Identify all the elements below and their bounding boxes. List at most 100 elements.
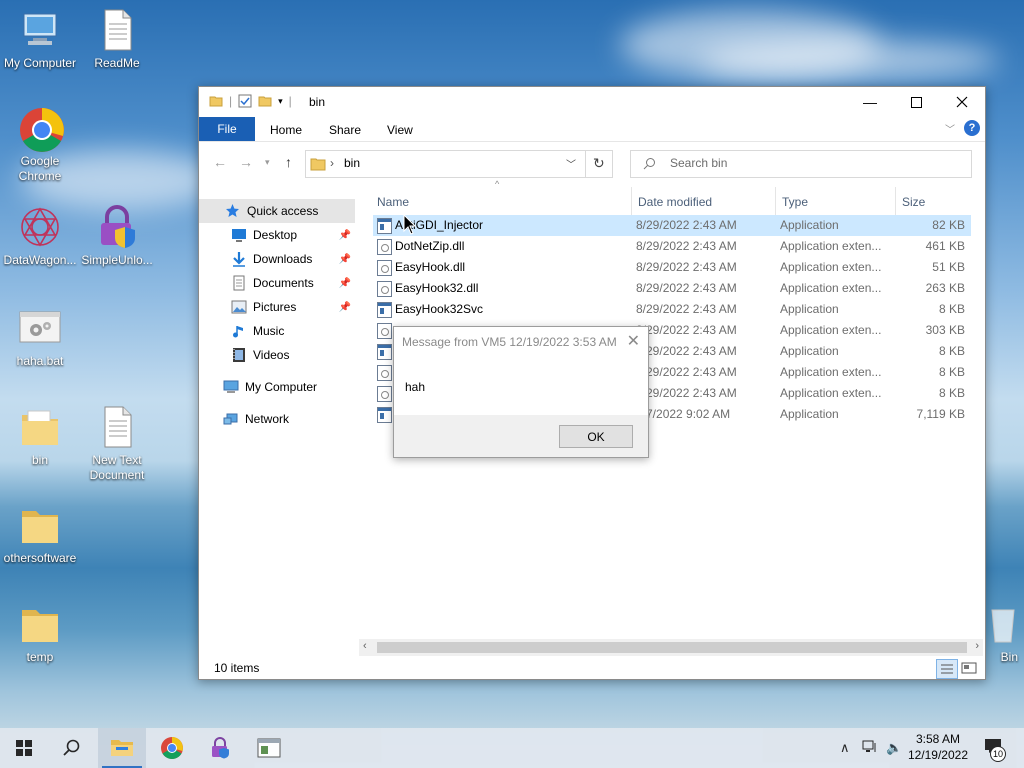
text-document-icon	[95, 405, 139, 449]
breadcrumb-chevron-icon: ›	[330, 156, 334, 170]
batch-file-icon	[18, 306, 62, 350]
file-row[interactable]: EasyHook32Svc 8/29/2022 2:43 AM Applicatio…	[373, 299, 971, 320]
pin-icon[interactable]: 📌	[339, 278, 351, 289]
desktop-icon-datawagon[interactable]: DataWagon...	[0, 205, 80, 268]
file-date-modified: 8/29/2022 2:43 AM	[636, 302, 737, 316]
notification-center-button[interactable]: 10	[984, 738, 1006, 762]
desktop-icon-label: DataWagon...	[3, 253, 77, 267]
file-row[interactable]: AntiGDI_Injector 8/29/2022 2:43 AM Applica…	[373, 215, 971, 236]
desktop-icon-readme[interactable]: ReadMe	[77, 8, 157, 71]
column-header-type[interactable]: Type	[782, 195, 808, 209]
taskbar-window-app[interactable]	[245, 728, 293, 768]
details-view-icon	[941, 664, 953, 674]
pin-icon[interactable]: 📌	[339, 302, 351, 313]
column-header-name[interactable]: Name	[377, 195, 409, 209]
expand-ribbon-chevron-icon[interactable]: ﹀	[945, 121, 955, 136]
star-icon	[225, 203, 241, 219]
desktop-icon-haha-bat[interactable]: haha.bat	[0, 306, 80, 369]
desktop-icon-new-text-document[interactable]: New Text Document	[77, 405, 157, 483]
search-input[interactable]: Search bin	[630, 150, 972, 178]
taskbar-file-explorer[interactable]	[98, 728, 146, 768]
column-separator[interactable]	[631, 187, 632, 217]
pin-icon[interactable]: 📌	[339, 254, 351, 265]
pin-icon[interactable]: 📌	[339, 230, 351, 241]
file-row[interactable]: EasyHook.dll 8/29/2022 2:43 AM Application…	[373, 257, 971, 278]
sidebar-item-desktop[interactable]: Desktop 📌	[199, 223, 355, 247]
large-icons-view-button[interactable]	[959, 659, 979, 677]
tab-home[interactable]: Home	[270, 123, 302, 137]
back-arrow-icon[interactable]: ←	[213, 154, 227, 170]
sidebar-item-music[interactable]: Music	[199, 319, 355, 343]
desktop-icon-othersoftware[interactable]: othersoftware	[0, 503, 80, 566]
sidebar-item-videos[interactable]: Videos	[199, 343, 355, 367]
recent-locations-chevron-icon[interactable]: ▾	[265, 157, 270, 168]
dialog-message: hah	[405, 380, 426, 394]
title-bar[interactable]: | ▾ | bin —	[199, 87, 985, 117]
sidebar-item-downloads[interactable]: Downloads 📌	[199, 247, 355, 271]
up-arrow-icon[interactable]: ↑	[285, 154, 292, 170]
file-explorer-icon	[111, 740, 133, 756]
volume-tray-icon[interactable]: 🔈	[886, 740, 902, 756]
sidebar-item-documents[interactable]: Documents 📌	[199, 271, 355, 295]
folder-icon	[18, 602, 62, 646]
desktop-icon-label: othersoftware	[3, 551, 77, 565]
scroll-right-icon[interactable]: ›	[975, 640, 979, 652]
column-separator[interactable]	[895, 187, 896, 217]
sidebar-item-label: Quick access	[247, 204, 319, 218]
desktop-icon-simpleunlocker[interactable]: SimpleUnlo...	[77, 205, 157, 268]
sidebar-item-pictures[interactable]: Pictures 📌	[199, 295, 355, 319]
refresh-icon[interactable]: ↻	[593, 155, 605, 172]
column-separator[interactable]	[775, 187, 776, 217]
address-history-chevron-icon[interactable]: ﹀	[566, 156, 576, 171]
customize-toolbar-icon[interactable]: ▾	[278, 96, 283, 107]
desktop-icon-chrome[interactable]: Google Chrome	[0, 106, 80, 184]
dialog-title: Message from VM5 12/19/2022 3:53 AM	[402, 335, 617, 349]
minimize-button[interactable]: —	[847, 87, 893, 117]
horizontal-scrollbar[interactable]: ‹ ›	[359, 639, 983, 656]
file-type: Application	[780, 302, 839, 316]
maximize-button[interactable]	[893, 87, 939, 117]
tab-file[interactable]: File	[199, 117, 255, 141]
desktop-icon-label: ReadMe	[94, 56, 140, 70]
scroll-left-icon[interactable]: ‹	[363, 640, 367, 652]
sidebar-item-network[interactable]: Network	[199, 407, 355, 431]
desktop-icon-temp[interactable]: temp	[0, 602, 80, 665]
tab-share[interactable]: Share	[329, 123, 361, 137]
taskbar-simpleunlocker[interactable]	[196, 728, 244, 768]
properties-icon[interactable]	[238, 94, 252, 108]
desktop-icon-label: temp	[26, 650, 54, 664]
ok-button[interactable]: OK	[559, 425, 633, 448]
file-row[interactable]: EasyHook32.dll 8/29/2022 2:43 AM Applicati…	[373, 278, 971, 299]
help-icon[interactable]: ?	[964, 120, 980, 136]
file-row[interactable]: DotNetZip.dll 8/29/2022 2:43 AM Applicatio…	[373, 236, 971, 257]
taskbar-chrome[interactable]	[148, 728, 196, 768]
column-header-date-modified[interactable]: Date modified	[638, 195, 712, 209]
column-header-size[interactable]: Size	[902, 195, 925, 209]
new-folder-icon[interactable]	[258, 94, 272, 108]
desktop-icon-bin[interactable]: bin	[0, 405, 80, 468]
start-button[interactable]	[0, 728, 48, 768]
file-type: Application exten...	[780, 386, 882, 400]
details-view-button[interactable]	[936, 659, 958, 679]
file-size: 8 KB	[938, 302, 965, 316]
file-date-modified: 8/29/2022 2:43 AM	[636, 344, 737, 358]
desktop-icon-my-computer[interactable]: My Computer	[0, 8, 80, 71]
taskbar-clock[interactable]: 3:58 AM 12/19/2022	[908, 731, 968, 763]
close-button[interactable]	[939, 87, 985, 117]
sidebar-item-quick-access[interactable]: Quick access	[199, 199, 355, 223]
desktop-icon-label: haha.bat	[16, 354, 64, 368]
dialog-footer: OK	[394, 415, 648, 457]
taskbar-search-button[interactable]	[48, 728, 96, 768]
breadcrumb-segment[interactable]: bin	[344, 156, 360, 170]
sidebar-item-my-computer[interactable]: My Computer	[199, 375, 355, 399]
padlock-shield-icon	[95, 205, 139, 249]
show-hidden-icons-chevron-icon[interactable]: ∧	[840, 740, 850, 756]
tab-view[interactable]: View	[387, 123, 413, 137]
forward-arrow-icon[interactable]: →	[239, 154, 253, 170]
message-dialog[interactable]: Message from VM5 12/19/2022 3:53 AM ✕ ha…	[393, 326, 649, 458]
network-icon	[223, 411, 239, 427]
network-tray-icon[interactable]	[862, 740, 878, 757]
scrollbar-thumb[interactable]	[377, 642, 967, 653]
address-bar[interactable]: › bin ﹀ ↻	[305, 150, 613, 178]
dialog-close-icon[interactable]: ✕	[627, 331, 640, 351]
